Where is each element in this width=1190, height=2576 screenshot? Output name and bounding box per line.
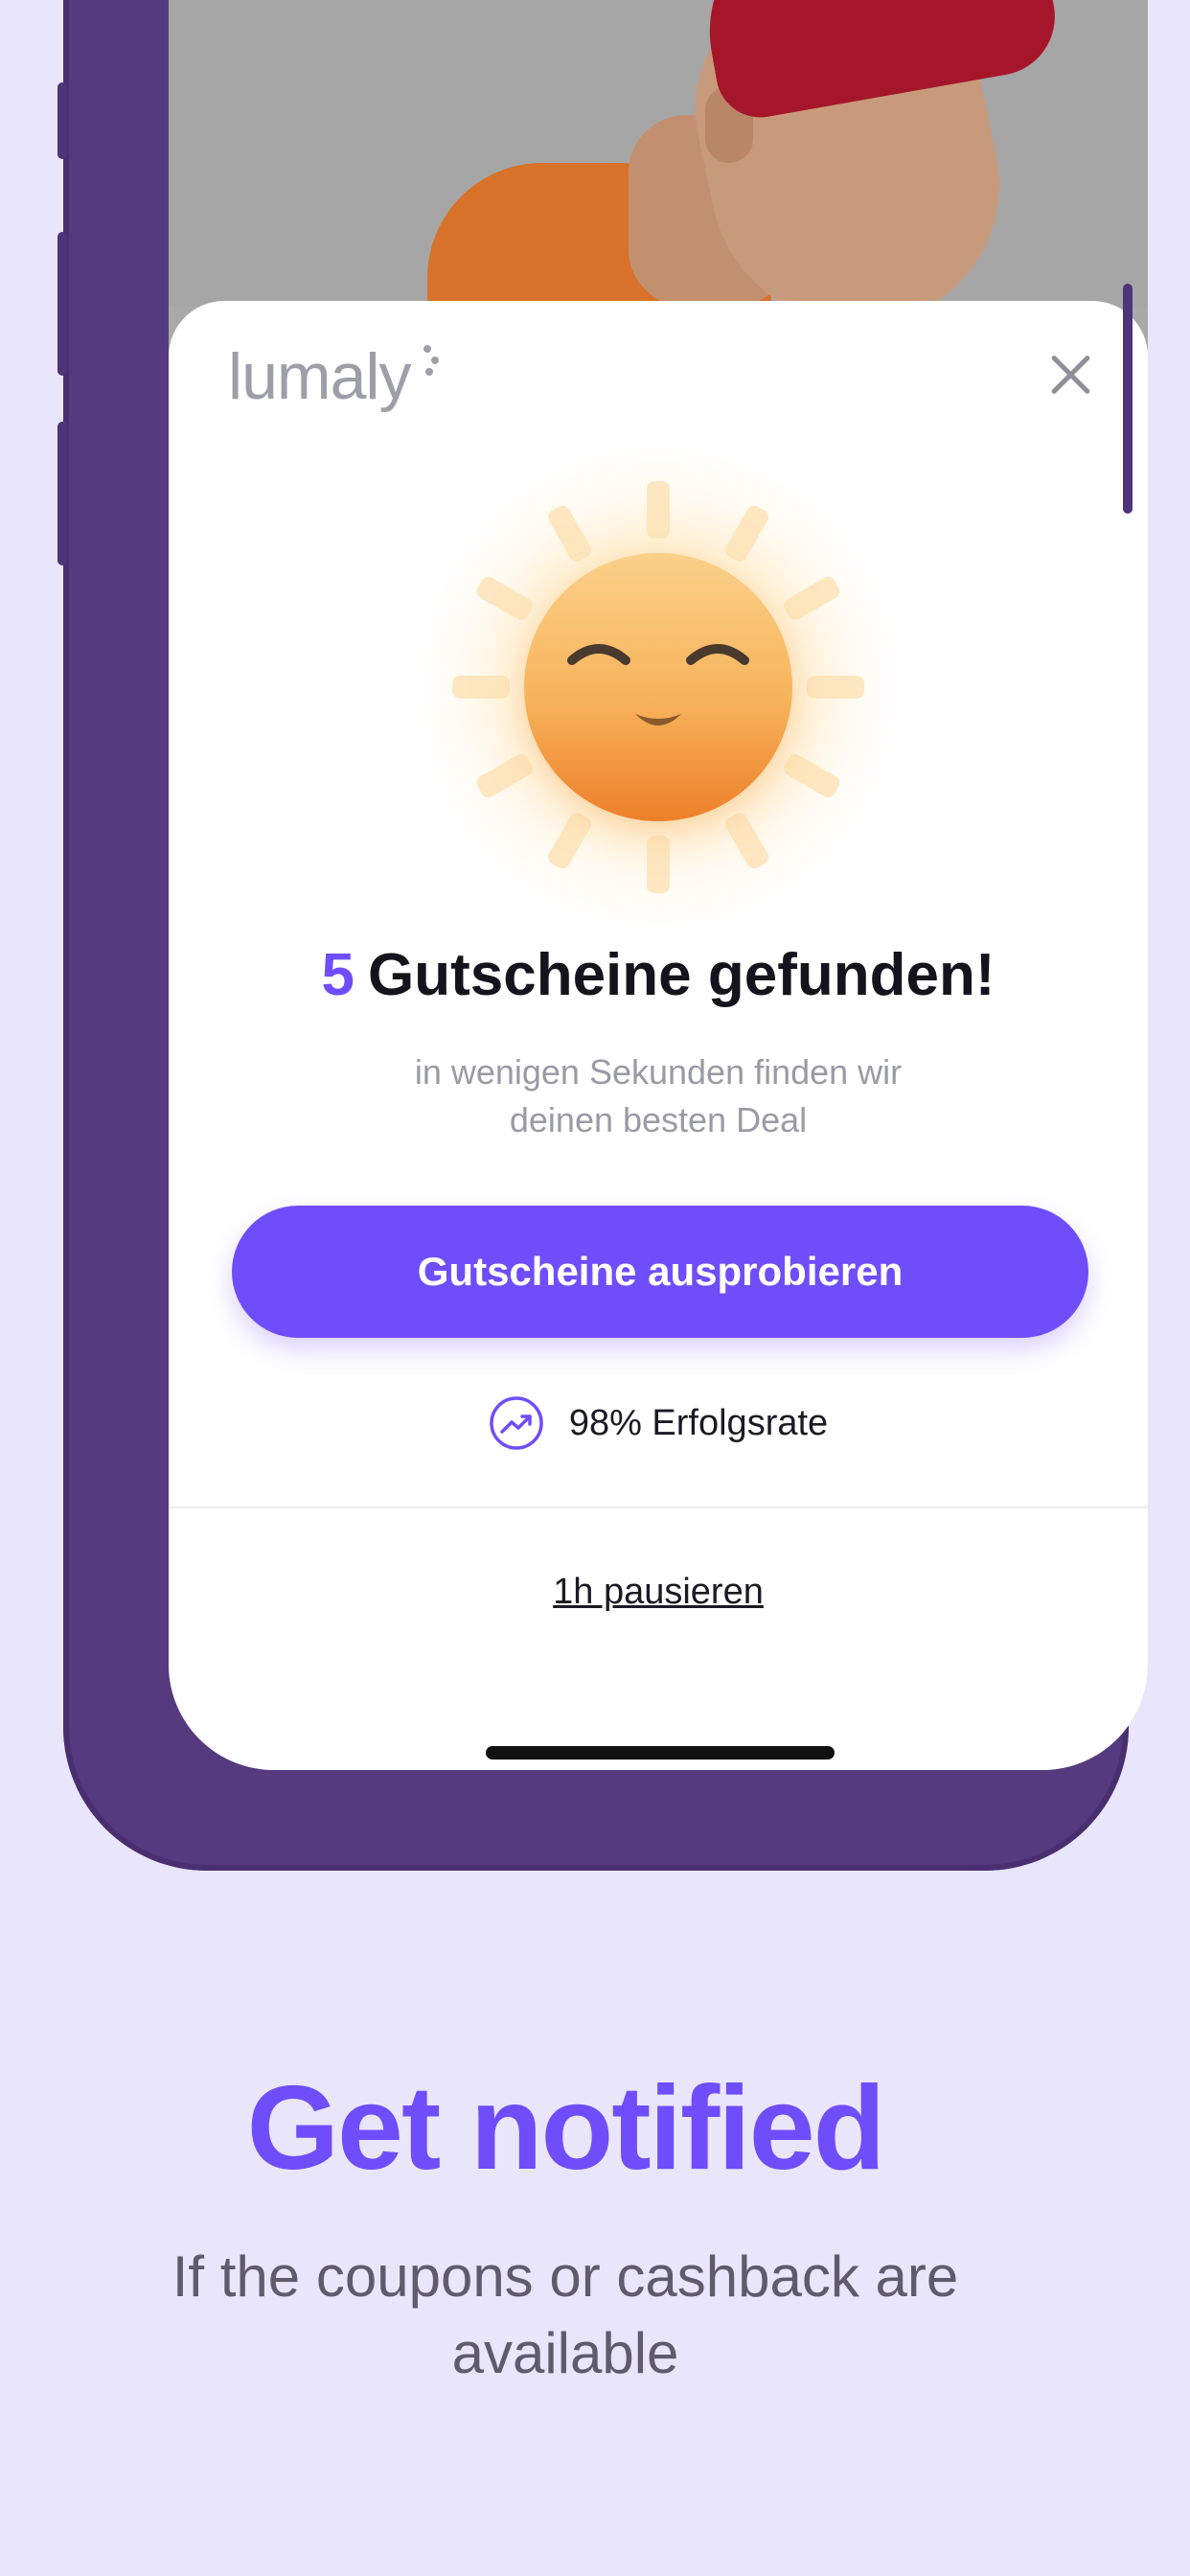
smile-face-icon [567, 644, 749, 725]
subtitle-line-2: deinen besten Deal [509, 1100, 808, 1139]
divider [169, 1506, 1148, 1508]
phone-side-button-1 [57, 82, 67, 159]
popup-subtitle: in wenigen Sekunden finden wir deinen be… [169, 1048, 1148, 1144]
logo-sparkle-icon [423, 345, 439, 376]
hero-photo [169, 0, 1148, 307]
headline: Get notified [246, 2062, 886, 2195]
popup-title: 5 Gutscheine gefunden! [169, 941, 1148, 1009]
try-coupons-button[interactable]: Gutscheine ausprobieren [232, 1206, 1088, 1338]
pause-link-row: 1h pausieren [169, 1572, 1148, 1613]
pause-1h-link[interactable]: 1h pausieren [553, 1572, 764, 1612]
success-rate-text: 98% Erfolgsrate [568, 1402, 829, 1443]
phone-side-button-3 [57, 422, 67, 565]
sun-smiley-icon [414, 443, 903, 932]
tagline-line-1: If the coupons or cashback are [172, 2244, 959, 2309]
lumaly-logo: lumaly [228, 340, 411, 413]
close-icon[interactable] [1048, 353, 1092, 397]
phone-screen: lumaly 5 Gutscheine gefunden! in wenigen… [169, 0, 1148, 1770]
phone-side-button-2 [57, 232, 67, 376]
tagline-line-2: available [451, 2321, 679, 2385]
success-rate: 98% Erfolgsrate [169, 1395, 1148, 1451]
phone-frame: lumaly 5 Gutscheine gefunden! in wenigen… [63, 0, 1148, 1871]
coupon-count: 5 [321, 942, 355, 1008]
home-indicator[interactable] [486, 1746, 835, 1760]
coupon-popup-sheet: lumaly 5 Gutscheine gefunden! in wenigen… [169, 301, 1148, 1770]
trending-up-icon [490, 1396, 543, 1450]
tagline: If the coupons or cashback are available [0, 2239, 1131, 2392]
subtitle-line-1: in wenigen Sekunden finden wir [414, 1052, 903, 1092]
phone-side-button-4 [1123, 284, 1133, 514]
popup-title-text: Gutscheine gefunden! [368, 942, 995, 1008]
